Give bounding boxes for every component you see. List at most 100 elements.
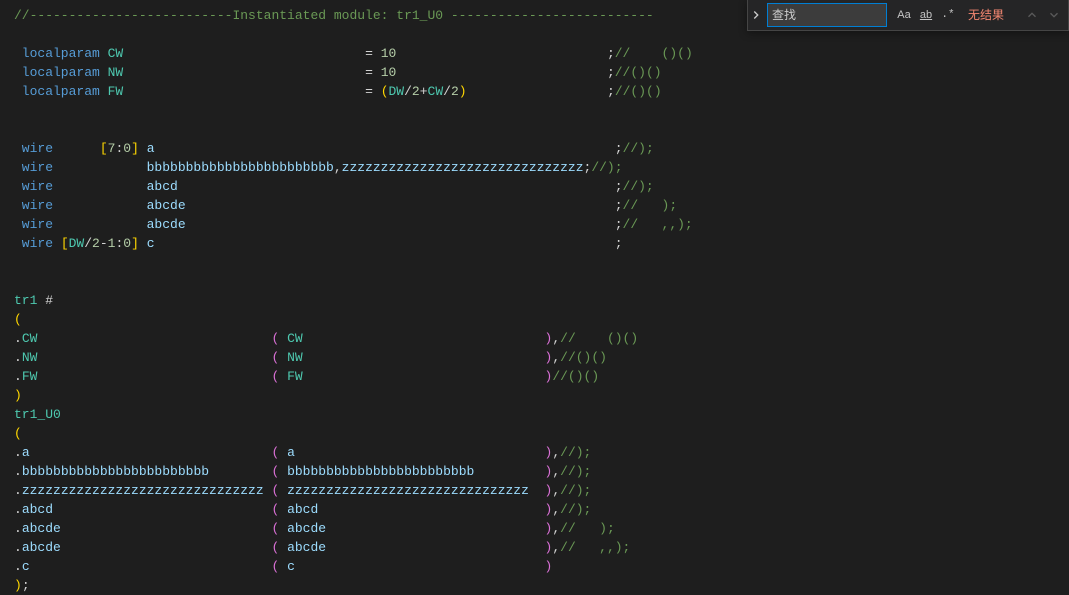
code-line[interactable]: ); bbox=[14, 576, 1069, 595]
token: -------------------------- bbox=[451, 8, 654, 23]
code-line[interactable]: .c ( c ) bbox=[14, 557, 1069, 576]
token: abcde bbox=[287, 540, 544, 555]
token: bbbbbbbbbbbbbbbbbbbbbbbb bbox=[22, 464, 272, 479]
token: CW bbox=[108, 46, 365, 61]
code-line[interactable]: .abcd ( abcd ),//); bbox=[14, 500, 1069, 519]
find-opt-case[interactable]: Aa bbox=[894, 5, 914, 25]
code-line[interactable]: wire abcde ;// ); bbox=[14, 196, 1069, 215]
code-line[interactable]: wire [DW/2-1:0] c ; bbox=[14, 234, 1069, 253]
code-line[interactable]: localparam CW = 10 ;// ()() bbox=[14, 44, 1069, 63]
token: ; bbox=[22, 578, 30, 593]
code-line[interactable]: localparam FW = (DW/2+CW/2) ;//()() bbox=[14, 82, 1069, 101]
token: c bbox=[147, 236, 615, 251]
token: NW bbox=[108, 65, 365, 80]
code-line[interactable] bbox=[14, 253, 1069, 272]
code-line[interactable]: wire bbbbbbbbbbbbbbbbbbbbbbbb,zzzzzzzzzz… bbox=[14, 158, 1069, 177]
token: //); bbox=[560, 483, 591, 498]
token: wire bbox=[14, 217, 147, 232]
code-line[interactable]: .abcde ( abcde ),// ); bbox=[14, 519, 1069, 538]
token: abcd bbox=[287, 502, 544, 517]
code-line[interactable]: ) bbox=[14, 386, 1069, 405]
code-line[interactable]: .bbbbbbbbbbbbbbbbbbbbbbbb ( bbbbbbbbbbbb… bbox=[14, 462, 1069, 481]
token: , bbox=[552, 540, 560, 555]
token: # bbox=[45, 293, 53, 308]
token: abcde bbox=[22, 540, 272, 555]
code-editor[interactable]: //--------------------------Instantiated… bbox=[0, 0, 1069, 595]
token: ) bbox=[14, 388, 22, 403]
token: . bbox=[14, 331, 22, 346]
token: NW bbox=[22, 350, 272, 365]
token: wire bbox=[14, 160, 147, 175]
code-line[interactable] bbox=[14, 272, 1069, 291]
find-toggle-replace[interactable] bbox=[748, 0, 764, 30]
token: // ); bbox=[623, 198, 678, 213]
token: wire bbox=[14, 141, 100, 156]
token: ; bbox=[615, 236, 623, 251]
code-line[interactable]: localparam NW = 10 ;//()() bbox=[14, 63, 1069, 82]
token: abcd bbox=[147, 179, 615, 194]
token: localparam bbox=[14, 84, 108, 99]
token: . bbox=[14, 559, 22, 574]
token: 0 bbox=[123, 236, 131, 251]
token: ( bbox=[271, 521, 287, 536]
token: [ bbox=[61, 236, 69, 251]
token: ; bbox=[615, 217, 623, 232]
code-line[interactable]: wire abcde ;// ,,); bbox=[14, 215, 1069, 234]
token: CW bbox=[22, 331, 272, 346]
token: . bbox=[14, 464, 22, 479]
code-line[interactable]: wire [7:0] a ;//); bbox=[14, 139, 1069, 158]
token: wire bbox=[14, 198, 147, 213]
token: abcde bbox=[147, 198, 615, 213]
token: / bbox=[443, 84, 451, 99]
code-line[interactable]: tr1 # bbox=[14, 291, 1069, 310]
token: abcd bbox=[22, 502, 272, 517]
token: c bbox=[22, 559, 272, 574]
token: ( bbox=[271, 483, 287, 498]
find-options: Aa ab .* bbox=[890, 0, 962, 30]
token: , bbox=[552, 483, 560, 498]
token: DW bbox=[69, 236, 85, 251]
find-prev-button[interactable] bbox=[1022, 5, 1042, 25]
token: //); bbox=[560, 445, 591, 460]
find-opt-regex[interactable]: .* bbox=[938, 5, 958, 25]
code-line[interactable]: .FW ( FW )//()() bbox=[14, 367, 1069, 386]
token: //); bbox=[591, 160, 622, 175]
token: ( bbox=[271, 445, 287, 460]
token: abcde bbox=[22, 521, 272, 536]
token: . bbox=[14, 445, 22, 460]
token: zzzzzzzzzzzzzzzzzzzzzzzzzzzzzzz bbox=[342, 160, 584, 175]
token: //); bbox=[623, 179, 654, 194]
token: //-------------------------- bbox=[14, 8, 232, 23]
token: ) bbox=[545, 559, 553, 574]
token: abcde bbox=[147, 217, 615, 232]
token: tr1_U0 bbox=[14, 407, 61, 422]
token: // ,,); bbox=[560, 540, 630, 555]
find-results: 无结果 bbox=[962, 0, 1018, 30]
find-opt-word[interactable]: ab bbox=[916, 5, 936, 25]
find-next-button[interactable] bbox=[1044, 5, 1064, 25]
code-line[interactable]: .abcde ( abcde ),// ,,); bbox=[14, 538, 1069, 557]
code-line[interactable] bbox=[14, 101, 1069, 120]
token: localparam bbox=[14, 46, 108, 61]
token: = bbox=[365, 84, 381, 99]
token: //); bbox=[560, 502, 591, 517]
code-line[interactable]: .a ( a ),//); bbox=[14, 443, 1069, 462]
code-line[interactable]: wire abcd ;//); bbox=[14, 177, 1069, 196]
token: localparam bbox=[14, 65, 108, 80]
token: bbbbbbbbbbbbbbbbbbbbbbbb bbox=[147, 160, 334, 175]
code-line[interactable]: tr1_U0 bbox=[14, 405, 1069, 424]
token: = bbox=[365, 46, 381, 61]
token: ( bbox=[381, 84, 389, 99]
token: ; bbox=[615, 179, 623, 194]
token: ( bbox=[271, 369, 287, 384]
code-line[interactable]: .CW ( CW ),// ()() bbox=[14, 329, 1069, 348]
code-line[interactable]: .NW ( NW ),//()() bbox=[14, 348, 1069, 367]
code-line[interactable]: .zzzzzzzzzzzzzzzzzzzzzzzzzzzzzzz ( zzzzz… bbox=[14, 481, 1069, 500]
token: //()() bbox=[615, 84, 662, 99]
token: ( bbox=[271, 502, 287, 517]
find-input[interactable]: 查找 bbox=[767, 3, 887, 27]
code-line[interactable] bbox=[14, 120, 1069, 139]
code-line[interactable]: ( bbox=[14, 424, 1069, 443]
token: [ bbox=[100, 141, 108, 156]
code-line[interactable]: ( bbox=[14, 310, 1069, 329]
